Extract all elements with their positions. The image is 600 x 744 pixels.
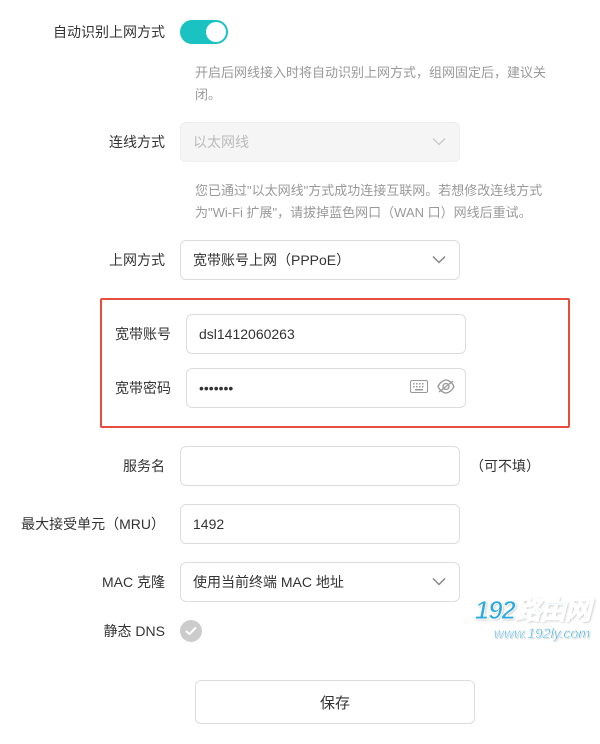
mru-label: 最大接受单元（MRU） — [20, 514, 180, 534]
save-button[interactable]: 保存 — [195, 680, 475, 724]
pppoe-credentials-box: 宽带账号 宽带密码 — [100, 298, 570, 428]
chevron-down-icon[interactable] — [432, 256, 446, 265]
eye-off-icon[interactable] — [436, 379, 456, 397]
pppoe-account-input[interactable] — [186, 314, 466, 354]
service-name-suffix: （可不填） — [470, 456, 540, 476]
connection-mode-label: 连线方式 — [20, 132, 180, 152]
internet-mode-select[interactable]: 宽带账号上网（PPPoE） — [180, 240, 460, 280]
mac-clone-select[interactable]: 使用当前终端 MAC 地址 — [180, 562, 460, 602]
auto-detect-label: 自动识别上网方式 — [20, 22, 180, 42]
pppoe-password-label: 宽带密码 — [106, 378, 186, 398]
auto-detect-toggle[interactable] — [180, 20, 228, 44]
connection-mode-hint: 您已通过"以太网线"方式成功连接互联网。若想修改连线方式为"Wi-Fi 扩展"，… — [20, 180, 570, 224]
internet-mode-label: 上网方式 — [20, 250, 180, 270]
internet-mode-value: 宽带账号上网（PPPoE） — [193, 250, 350, 270]
chevron-down-icon[interactable] — [432, 578, 446, 587]
keyboard-icon[interactable] — [410, 380, 428, 396]
static-dns-label: 静态 DNS — [20, 621, 180, 641]
service-name-label: 服务名 — [20, 456, 180, 476]
connection-mode-value: 以太网线 — [193, 132, 249, 152]
mac-clone-value: 使用当前终端 MAC 地址 — [193, 572, 344, 592]
auto-detect-hint: 开启后网线接入时将自动识别上网方式，组网固定后，建议关闭。 — [20, 62, 570, 106]
mac-clone-label: MAC 克隆 — [20, 572, 180, 592]
pppoe-account-label: 宽带账号 — [106, 324, 186, 344]
service-name-input[interactable] — [180, 446, 460, 486]
static-dns-checkbox[interactable] — [180, 620, 202, 642]
mru-input[interactable] — [180, 504, 460, 544]
chevron-down-icon — [432, 138, 446, 147]
connection-mode-select: 以太网线 — [180, 122, 460, 162]
